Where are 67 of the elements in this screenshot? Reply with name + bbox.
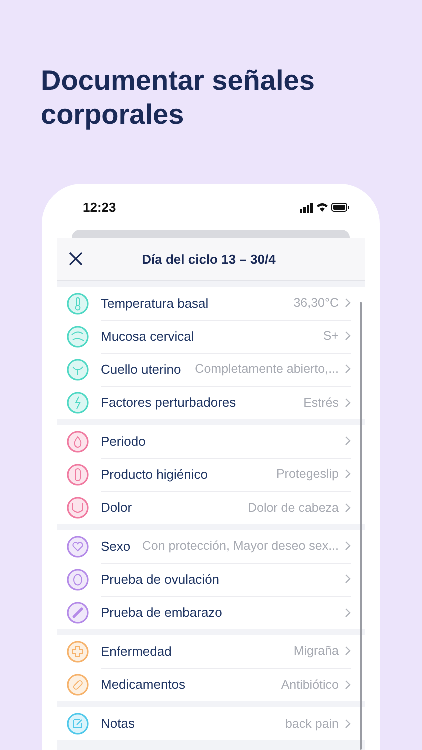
- row-value: Con protección, Mayor deseo sex...: [141, 539, 339, 553]
- list-row[interactable]: Notas back pain: [57, 707, 365, 740]
- category-icon: [67, 640, 89, 662]
- category-icon: [67, 358, 89, 380]
- category-icon: [67, 496, 89, 518]
- row-label: Producto higiénico: [101, 466, 208, 482]
- chevron-icon: [345, 502, 351, 512]
- category-icon: [67, 536, 89, 558]
- close-icon[interactable]: [69, 252, 83, 266]
- status-icons-icon: [300, 202, 350, 212]
- row-label: Cuello uterino: [101, 362, 182, 376]
- chevron-icon: [345, 298, 351, 308]
- category-icon: [67, 326, 89, 348]
- category-icon: [67, 712, 89, 734]
- list-row[interactable]: Producto higiénico Protegeslip: [57, 458, 365, 491]
- row-label: Enfermedad: [101, 644, 172, 658]
- row-label: Notas: [101, 716, 135, 731]
- category-icon: [67, 602, 89, 624]
- chevron-icon: [345, 718, 351, 728]
- list-row[interactable]: Sexo Con protección, Mayor deseo sex...: [57, 530, 365, 563]
- row-label: Mucosa cervical: [101, 328, 194, 344]
- row-value: Estrés: [302, 396, 339, 410]
- category-icon: [67, 568, 89, 590]
- chevron-icon: [345, 331, 351, 341]
- row-value: S+: [322, 329, 339, 343]
- row-value: back pain: [284, 716, 339, 730]
- chevron-icon: [345, 364, 351, 374]
- row-value: 36,30°C: [292, 296, 339, 310]
- category-icon: [67, 674, 89, 696]
- chevron-icon: [345, 574, 351, 584]
- list-row[interactable]: Medicamentos Antibiótico: [57, 668, 365, 701]
- row-value: Antibiótico: [280, 678, 339, 692]
- row-label: Temperatura basal: [101, 296, 209, 310]
- status-time: 12:23: [83, 200, 116, 214]
- list-row[interactable]: Enfermedad Migraña: [57, 635, 365, 668]
- chevron-icon: [345, 398, 351, 408]
- row-label: Medicamentos: [101, 677, 186, 692]
- row-value: Protegeslip: [275, 467, 339, 481]
- list-row[interactable]: Temperatura basal 36,30°C: [57, 287, 365, 320]
- list-row[interactable]: Cuello uterino Completamente abierto,...: [57, 353, 365, 386]
- chevron-icon: [345, 436, 351, 446]
- row-label: Periodo: [101, 434, 146, 448]
- chevron-icon: [345, 541, 351, 551]
- row-label: Factores perturbadores: [101, 395, 236, 410]
- list-row[interactable]: Factores perturbadores Estrés: [57, 386, 365, 419]
- list-row[interactable]: Periodo: [57, 425, 365, 458]
- row-label: Sexo: [101, 538, 131, 554]
- chevron-icon: [345, 680, 351, 690]
- category-icon: [67, 464, 89, 486]
- list-row[interactable]: Mucosa cervical S+: [57, 320, 365, 353]
- list-row[interactable]: Prueba de ovulación: [57, 563, 365, 596]
- category-icon: [67, 392, 89, 414]
- chevron-icon: [345, 608, 351, 618]
- row-value: Dolor de cabeza: [246, 500, 339, 514]
- category-icon: [67, 430, 89, 452]
- list-row[interactable]: Prueba de embarazo: [57, 596, 365, 629]
- category-icon: [67, 292, 89, 314]
- row-label: Prueba de embarazo: [101, 605, 222, 620]
- row-label: Dolor: [101, 500, 132, 515]
- chevron-icon: [345, 469, 351, 479]
- list-row[interactable]: Dolor Dolor de cabeza: [57, 491, 365, 524]
- row-value: Migraña: [292, 644, 339, 658]
- chevron-icon: [345, 646, 351, 656]
- row-value: Completamente abierto,...: [194, 362, 339, 376]
- row-label: Prueba de ovulación: [101, 572, 220, 586]
- sheet-title: Día del ciclo 13 – 30/4: [141, 252, 277, 266]
- headline: Documentar señales corporales: [41, 64, 316, 132]
